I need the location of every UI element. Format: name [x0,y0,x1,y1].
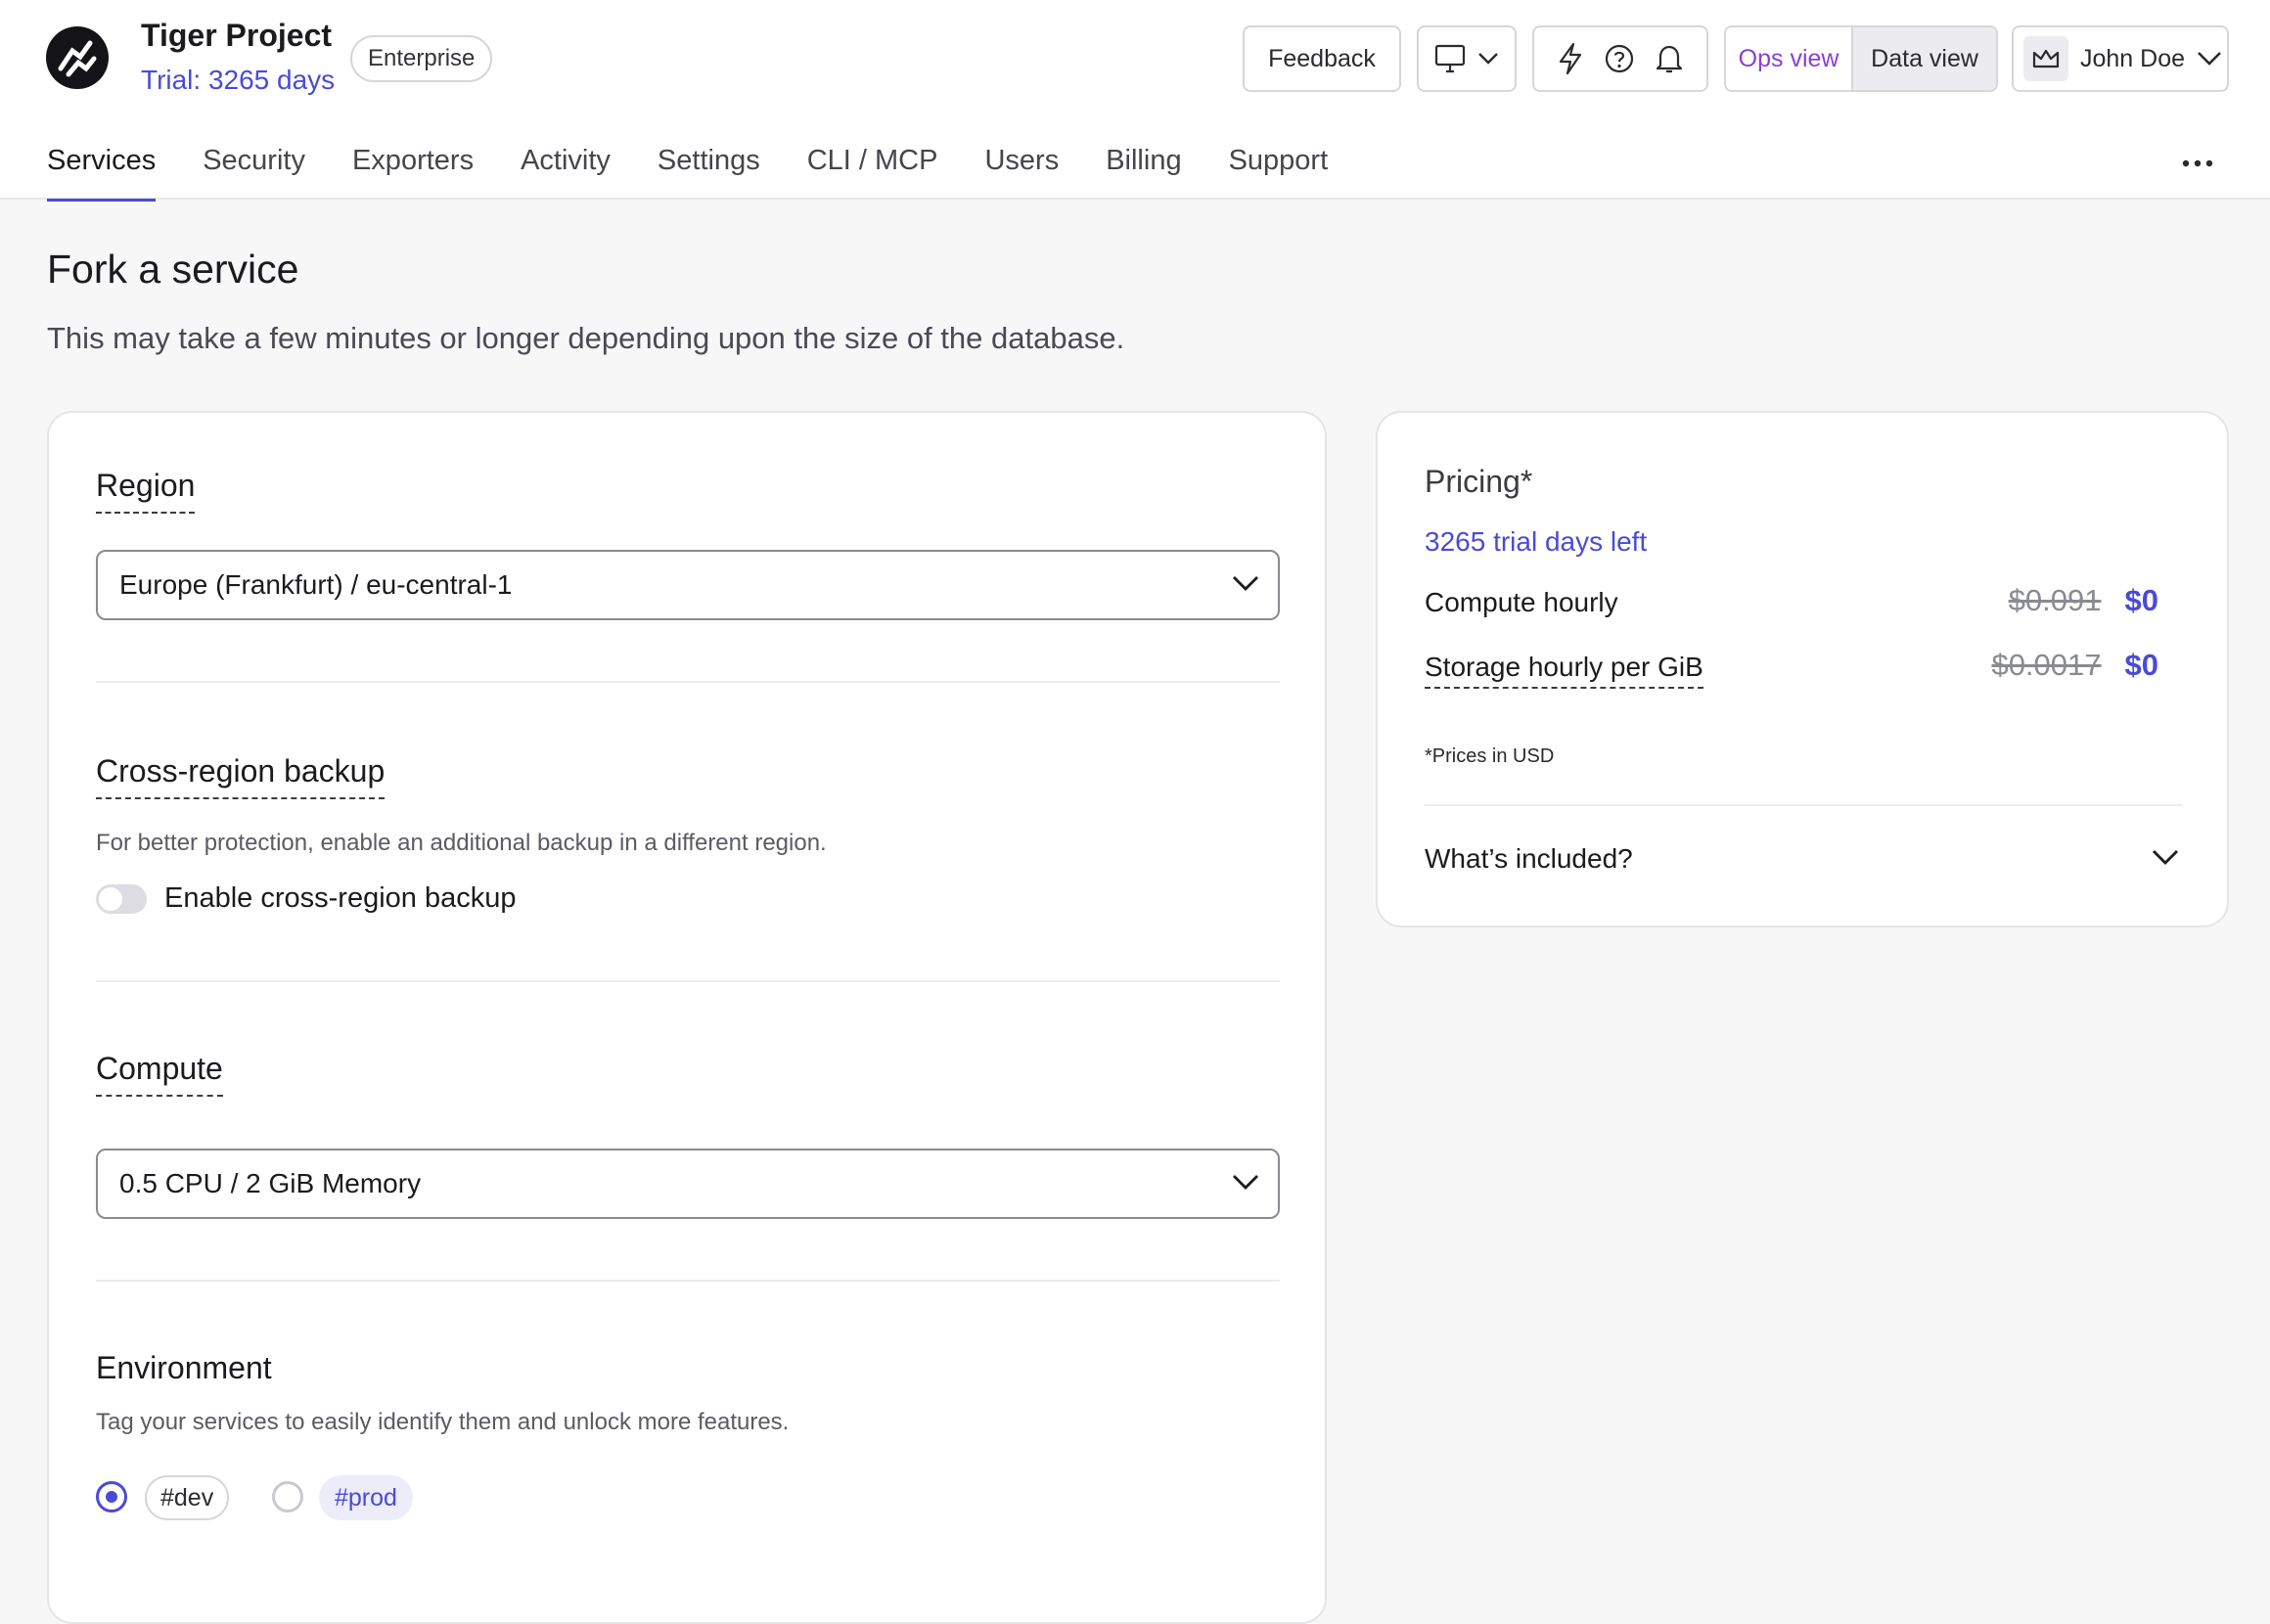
backup-label: Cross-region backup [96,753,386,799]
monitor-icon [1434,44,1466,73]
divider [1425,804,2182,806]
chevron-down-icon [1233,576,1258,591]
tab-exporters[interactable]: Exporters [352,145,474,200]
trial-days: Trial: 3265 days [141,65,336,95]
chevron-down-icon [1233,1175,1258,1190]
compute-label: Compute [96,1051,223,1097]
main-nav-tabs: Services Security Exporters Activity Set… [47,145,1375,202]
user-menu-button[interactable]: John Doe [2012,25,2229,92]
storage-old-price: $0.0017 [1991,648,2102,682]
view-toggle: Ops view Data view [1724,25,1998,92]
storage-hourly-label: Storage hourly per GiB [1425,652,1703,689]
storage-new-price: $0 [2124,648,2158,682]
compute-hourly-label: Compute hourly [1425,587,1618,617]
page-title: Fork a service [47,247,299,292]
pricing-card: Pricing* 3265 trial days left Compute ho… [1376,411,2229,927]
data-view-option[interactable]: Data view [1853,27,1996,90]
tab-security[interactable]: Security [203,145,305,200]
compute-old-price: $0.091 [2008,583,2102,617]
region-value: Europe (Frankfurt) / eu-central-1 [119,569,513,600]
chevron-down-icon [1478,53,1498,65]
bell-icon[interactable] [1655,43,1684,74]
more-options-icon[interactable] [2180,149,2215,178]
tab-cli-mcp[interactable]: CLI / MCP [807,145,938,200]
backup-help-text: For better protection, enable an additio… [96,830,827,856]
divider [96,681,1280,683]
region-label: Region [96,468,196,514]
device-menu-button[interactable] [1417,25,1517,92]
top-bar: Tiger Project Trial: 3265 days Enterpris… [0,0,2270,202]
pricing-note: *Prices in USD [1425,745,1555,767]
environment-help-text: Tag your services to easily identify the… [96,1409,790,1435]
ops-view-option[interactable]: Ops view [1726,27,1854,90]
backup-toggle-label[interactable]: Enable cross-region backup [164,882,516,915]
compute-hourly-price: $0.091 $0 [2009,583,2158,618]
pricing-title: Pricing* [1425,464,1533,499]
tab-activity[interactable]: Activity [521,145,611,200]
tab-users[interactable]: Users [984,145,1059,200]
tab-billing[interactable]: Billing [1106,145,1181,200]
fork-form-card: Region Europe (Frankfurt) / eu-central-1… [47,411,1327,1624]
env-radio-dev[interactable] [96,1481,127,1512]
page-subtitle: This may take a few minutes or longer de… [47,321,1125,355]
backup-toggle[interactable] [96,884,147,914]
divider [96,1280,1280,1282]
compute-select[interactable]: 0.5 CPU / 2 GiB Memory [96,1149,1280,1219]
chevron-down-icon [2198,52,2221,66]
crown-icon [2023,36,2068,81]
project-name[interactable]: Tiger Project [141,18,332,54]
pricing-trial-left: 3265 trial days left [1425,526,1648,557]
env-tag-dev[interactable]: #dev [145,1475,230,1520]
plan-badge: Enterprise [350,35,493,82]
whats-included-toggle[interactable]: What’s included? [1425,843,1633,875]
feedback-button[interactable]: Feedback [1243,25,1401,92]
lightning-icon[interactable] [1557,42,1584,75]
divider [96,980,1280,982]
quick-actions [1532,25,1708,92]
chevron-down-icon[interactable] [2151,847,2180,867]
tab-services[interactable]: Services [47,145,157,202]
toggle-knob [99,887,122,911]
help-icon[interactable] [1604,43,1635,74]
storage-hourly-price: $0.0017 $0 [1991,648,2158,683]
compute-new-price: $0 [2124,583,2158,617]
tab-support[interactable]: Support [1229,145,1329,200]
env-tag-prod[interactable]: #prod [319,1475,413,1520]
tab-settings[interactable]: Settings [658,145,760,200]
env-radio-prod[interactable] [272,1481,303,1512]
region-select[interactable]: Europe (Frankfurt) / eu-central-1 [96,550,1280,620]
compute-value: 0.5 CPU / 2 GiB Memory [119,1168,422,1198]
environment-label: Environment [96,1350,272,1385]
user-name: John Doe [2080,44,2186,72]
tiger-logo-icon[interactable] [45,25,110,90]
